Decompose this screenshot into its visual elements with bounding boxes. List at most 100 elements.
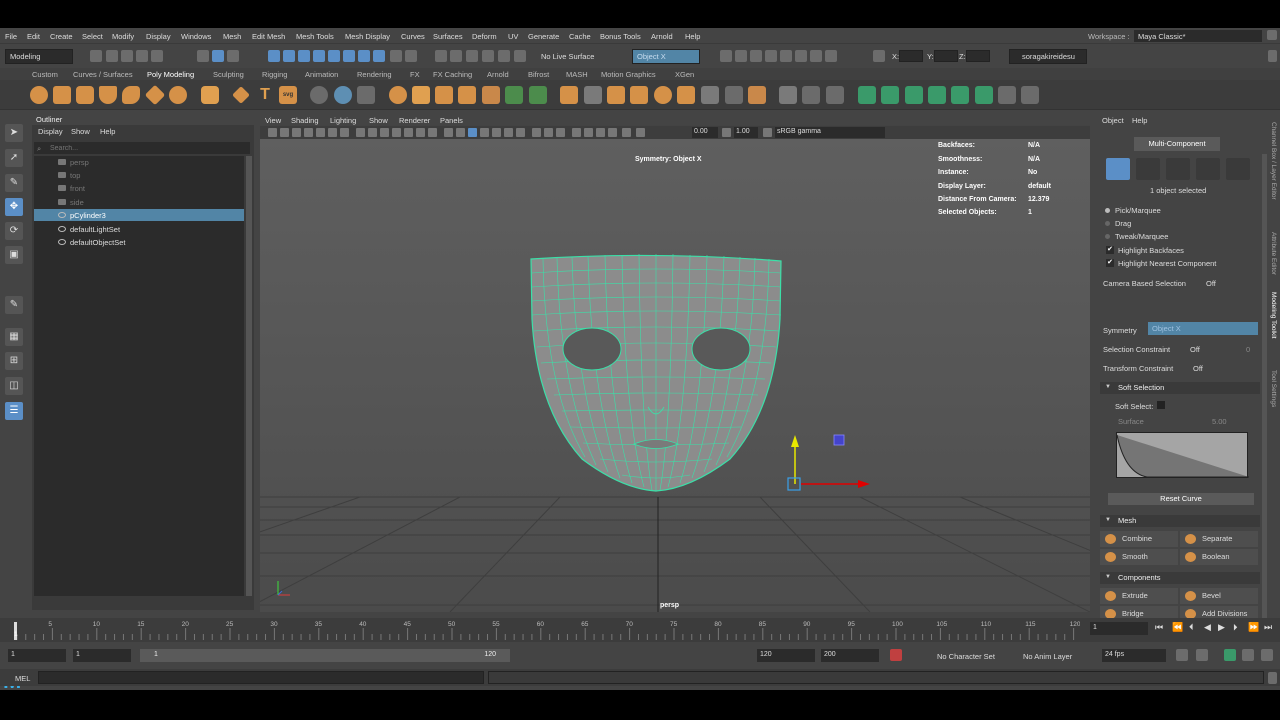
separate-button[interactable]: Separate: [1180, 531, 1258, 547]
outliner-menu-help[interactable]: Help: [100, 127, 115, 136]
lock-selection-icon[interactable]: [390, 50, 402, 62]
playback-icon[interactable]: [810, 50, 822, 62]
menu-bonus-tools[interactable]: Bonus Tools: [600, 32, 641, 41]
vertex-mode-icon[interactable]: [1136, 158, 1160, 180]
shelf-tab-fx[interactable]: FX: [410, 70, 420, 79]
play-forwards-icon[interactable]: ▶: [1218, 622, 1225, 633]
end-time-field[interactable]: 200: [821, 649, 879, 662]
multi-cut-icon[interactable]: [310, 86, 328, 104]
uv-editor-icon[interactable]: [779, 86, 797, 104]
reset-curve-button[interactable]: Reset Curve: [1108, 493, 1254, 505]
soft-selection-section[interactable]: Soft Selection: [1100, 382, 1260, 394]
soft-normals-icon[interactable]: [905, 86, 923, 104]
move-tool-icon[interactable]: ✥: [5, 198, 23, 216]
auto-key-icon[interactable]: [890, 649, 902, 661]
menu-select[interactable]: Select: [82, 32, 103, 41]
camera-attributes-icon[interactable]: [292, 128, 301, 137]
construction-history-icon[interactable]: [435, 50, 447, 62]
shelf-tab-rigging[interactable]: Rigging: [262, 70, 287, 79]
sound-icon[interactable]: [1196, 649, 1208, 661]
menu-mesh-tools[interactable]: Mesh Tools: [296, 32, 334, 41]
automatic-map-icon[interactable]: [826, 86, 844, 104]
insert-edge-loop-icon[interactable]: [584, 86, 602, 104]
select-camera-icon[interactable]: [268, 128, 277, 137]
open-scene-icon[interactable]: [106, 50, 118, 62]
motion-blur-icon[interactable]: [532, 128, 541, 137]
new-scene-icon[interactable]: [90, 50, 102, 62]
outliner-layout-icon[interactable]: ☰: [5, 402, 23, 420]
outliner-search-input[interactable]: [34, 142, 250, 154]
poly-torus-icon[interactable]: [122, 86, 140, 104]
conform-icon[interactable]: [998, 86, 1016, 104]
reverse-normals-icon[interactable]: [951, 86, 969, 104]
viewport-menu-show[interactable]: Show: [369, 116, 388, 125]
shelf-tab-rendering[interactable]: Rendering: [357, 70, 392, 79]
delete-history-icon[interactable]: [748, 86, 766, 104]
combine-shelf-icon[interactable]: [389, 86, 407, 104]
symmetry-field[interactable]: Object X: [1148, 322, 1258, 335]
viewport-menu-renderer[interactable]: Renderer: [399, 116, 430, 125]
components-section[interactable]: Components: [1100, 572, 1260, 584]
color-space-dropdown[interactable]: sRGB gamma: [775, 127, 885, 138]
target-weld-icon[interactable]: [334, 86, 352, 104]
multi-component-button[interactable]: Multi-Component: [1134, 137, 1220, 151]
freeze-transform-icon[interactable]: [858, 86, 876, 104]
time-slider[interactable]: 5 10 15 20 25 30 35 40 45 50 55 60 65 70 75 80 85 90 95 100…: [0, 618, 1280, 642]
loop-icon[interactable]: [1176, 649, 1188, 661]
bevel-shelf-icon[interactable]: [505, 86, 523, 104]
grid-icon[interactable]: [356, 128, 365, 137]
undo-icon[interactable]: [136, 50, 148, 62]
range-slider[interactable]: 1 120: [140, 649, 510, 662]
poly-cylinder-icon[interactable]: [76, 86, 94, 104]
sidebar-toggle-icon[interactable]: [1268, 50, 1277, 62]
poly-cone-icon[interactable]: [99, 86, 117, 104]
highlight-nearest-checkbox[interactable]: ✔: [1106, 259, 1114, 267]
cache-playback-icon[interactable]: [1242, 649, 1254, 661]
menu-deform[interactable]: Deform: [472, 32, 497, 41]
snap-vertex-icon[interactable]: [343, 50, 355, 62]
menu-create[interactable]: Create: [50, 32, 73, 41]
step-forward-frame-icon[interactable]: ⏵: [1233, 622, 1238, 633]
hard-normals-icon[interactable]: [928, 86, 946, 104]
safe-action-icon[interactable]: [416, 128, 425, 137]
menu-generate[interactable]: Generate: [528, 32, 559, 41]
poly-plane-icon[interactable]: [144, 84, 166, 106]
field-chart-icon[interactable]: [404, 128, 413, 137]
separate-shelf-icon[interactable]: [412, 86, 430, 104]
snap-point-icon[interactable]: [298, 50, 310, 62]
toolkit-scrollbar[interactable]: [1262, 154, 1267, 624]
gate-mask-icon[interactable]: [392, 128, 401, 137]
boolean-button[interactable]: Boolean: [1180, 549, 1258, 565]
shelf-tab-curves-surfaces[interactable]: Curves / Surfaces: [73, 70, 133, 79]
uv-mode-icon[interactable]: [1226, 158, 1250, 180]
step-back-key-icon[interactable]: ⏪: [1172, 622, 1183, 633]
last-tool-icon[interactable]: ✎: [5, 296, 23, 314]
toolkit-menu-help[interactable]: Help: [1132, 116, 1147, 125]
playback-start-field[interactable]: 1: [73, 649, 131, 662]
menu-uv[interactable]: UV: [508, 32, 518, 41]
x-field[interactable]: [899, 50, 923, 62]
cache-icon[interactable]: [795, 50, 807, 62]
outliner-menu-show[interactable]: Show: [71, 127, 90, 136]
bevel-button[interactable]: Bevel: [1180, 588, 1258, 604]
shelf-tab-poly-modeling[interactable]: Poly Modeling: [147, 70, 194, 79]
smooth-shade-icon[interactable]: [456, 128, 465, 137]
shelf-tab-arnold[interactable]: Arnold: [487, 70, 509, 79]
resolution-gate-icon[interactable]: [380, 128, 389, 137]
outliner-item-front[interactable]: front: [34, 182, 244, 194]
z-field[interactable]: [966, 50, 990, 62]
isolate-select-icon[interactable]: [572, 128, 581, 137]
step-back-frame-icon[interactable]: ⏴: [1189, 622, 1194, 633]
command-input[interactable]: [38, 671, 484, 684]
edge-mode-icon[interactable]: [1166, 158, 1190, 180]
lock-camera-icon[interactable]: [280, 128, 289, 137]
menu-edit-mesh[interactable]: Edit Mesh: [252, 32, 285, 41]
menu-mesh[interactable]: Mesh: [223, 32, 241, 41]
camera-based-selection-label[interactable]: Camera Based Selection: [1103, 279, 1186, 288]
outliner-item-side[interactable]: side: [34, 196, 244, 208]
quadrangulate-icon[interactable]: [725, 86, 743, 104]
rotate-tool-icon[interactable]: ⟳: [5, 222, 23, 240]
shelf-tab-fx-caching[interactable]: FX Caching: [433, 70, 472, 79]
type-tool-icon[interactable]: T: [256, 86, 274, 104]
backface-culling-icon[interactable]: [622, 128, 631, 137]
